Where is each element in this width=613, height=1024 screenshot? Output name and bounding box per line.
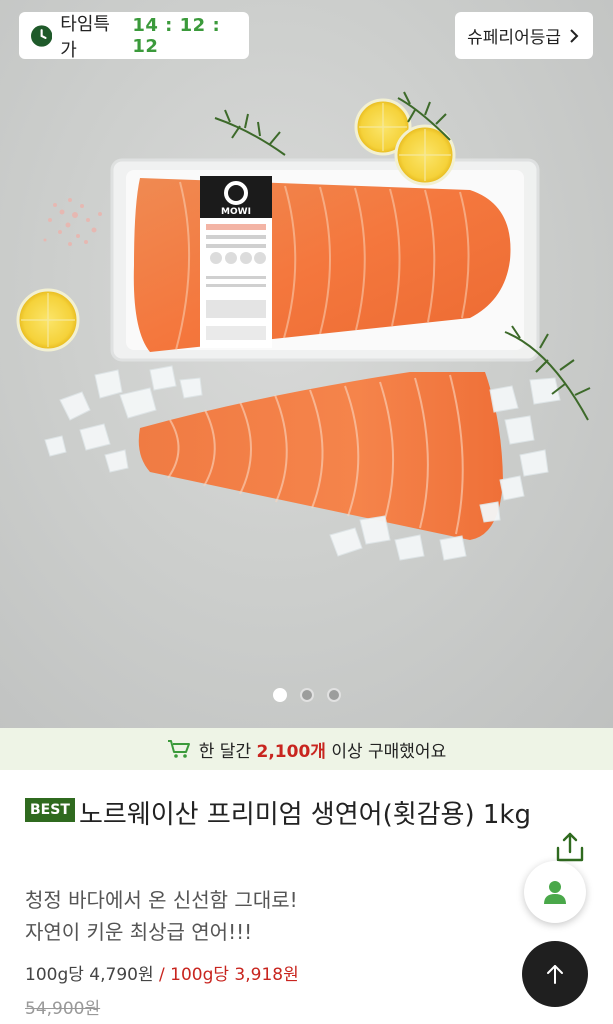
price-separator: / [153, 965, 171, 985]
user-icon [544, 881, 566, 904]
cart-icon [167, 740, 190, 758]
clock-icon [31, 24, 53, 47]
grade-info-button[interactable]: 슈페리어등급 [455, 12, 593, 59]
unit-price: 100g당 4,790원 / 100g당 3,918원 [25, 960, 299, 985]
banner-prefix: 한 달간 [198, 741, 257, 762]
chevron-right-icon [570, 28, 579, 43]
grade-label: 슈페리어등급 [467, 28, 561, 48]
carousel-dot[interactable] [326, 688, 341, 702]
time-deal-timer: 타임특가 14 : 12 : 12 [19, 12, 249, 61]
banner-suffix: 이상 구매했어요 [325, 741, 447, 762]
product-description-line2: 자연이 키운 최상급 연어!!! [25, 920, 253, 944]
product-description: 청정 바다에서 온 신선함 그대로! 자연이 키운 최상급 연어!!! [25, 884, 298, 948]
time-deal-countdown: 14 : 12 : 12 [132, 14, 221, 57]
package-brand-text: MOWI [221, 207, 251, 217]
carousel-indicator [0, 688, 613, 702]
unit-price-sale: 100g당 3,918원 [170, 965, 299, 985]
original-price: 54,900원 [25, 999, 101, 1019]
time-deal-label: 타임특가 [60, 13, 110, 61]
my-page-button[interactable] [524, 861, 586, 923]
purchase-count-banner: 한 달간 2,100개 이상 구매했어요 [0, 728, 613, 770]
purchase-count: 2,100개 [256, 741, 326, 762]
product-image-carousel[interactable]: MOWI 타임특가 14: 12: 12 슈페리어등급 [0, 0, 613, 728]
unit-price-regular: 100g당 4,790원 [25, 965, 154, 985]
purchase-count-text: 한 달간 2,100개 이상 구매했어요 [199, 737, 446, 762]
carousel-dot[interactable] [299, 688, 314, 702]
product-title: 노르웨이산 프리미엄 생연어(횟감용) 1kg [79, 800, 531, 830]
salmon-product-photo: MOWI [16, 91, 591, 561]
scroll-to-top-button[interactable] [522, 941, 588, 1007]
product-detail-page: MOWI 타임특가 14: 12: 12 슈페리어등급 한 달간 2,100… [0, 0, 613, 1024]
carousel-dot-active[interactable] [272, 688, 287, 702]
arrow-up-icon [547, 965, 563, 984]
product-description-line1: 청정 바다에서 온 신선함 그대로! [25, 888, 298, 912]
